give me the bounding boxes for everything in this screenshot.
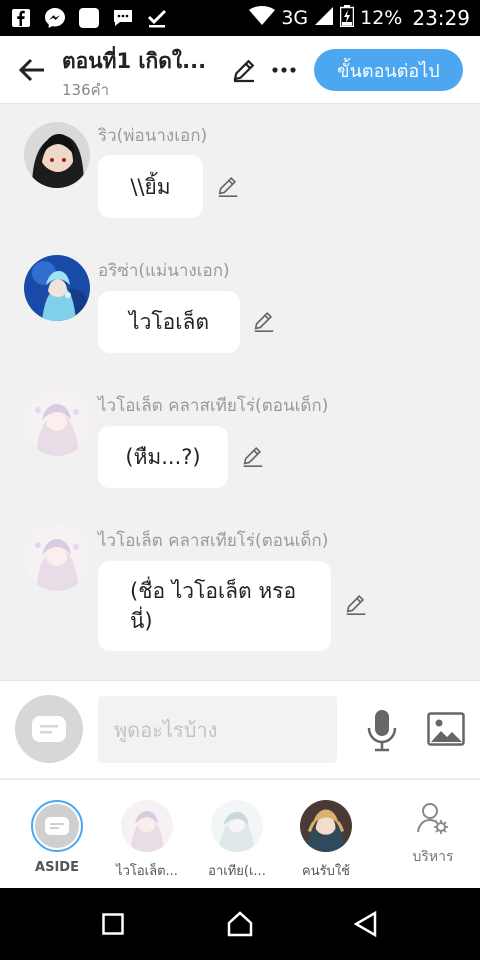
composer	[0, 680, 480, 778]
network-type: 3G	[281, 7, 309, 29]
recents-button[interactable]	[95, 906, 131, 942]
aside-avatar	[31, 800, 83, 852]
home-icon	[227, 911, 253, 937]
aside-icon	[45, 817, 69, 835]
arrow-left-icon	[18, 58, 44, 82]
manage-characters-button[interactable]: บริหาร	[396, 802, 470, 868]
back-button[interactable]	[14, 52, 50, 88]
character-label: ไวโอเล็ต...	[116, 864, 178, 879]
sender-name: ไวโอเล็ต คลาสเทียโร่(ตอนเด็ก)	[98, 396, 329, 416]
back-nav-button[interactable]	[348, 906, 384, 942]
avatar	[121, 800, 173, 852]
image-button[interactable]	[426, 709, 466, 749]
manage-label: บริหาร	[412, 849, 454, 865]
character-servant[interactable]: คนรับใช้	[283, 800, 369, 881]
avatar	[211, 800, 263, 852]
edit-message-button[interactable]	[249, 306, 279, 336]
aside-icon	[32, 716, 66, 742]
triangle-back-icon	[354, 911, 377, 937]
more-options-button[interactable]	[268, 54, 300, 86]
chapter-title[interactable]: ตอนที่1 เกิดใ...	[62, 45, 222, 78]
pencil-icon	[254, 311, 274, 332]
messenger-icon	[44, 7, 66, 29]
character-violet[interactable]: ไวโอเล็ต...	[104, 800, 190, 881]
battery-percent: 12%	[360, 7, 403, 29]
sender-name: ไวโอเล็ต คลาสเทียโร่(ตอนเด็ก)	[98, 531, 329, 551]
edit-message-button[interactable]	[341, 589, 371, 619]
system-nav-bar	[0, 888, 480, 960]
microphone-icon	[367, 710, 397, 752]
edit-message-button[interactable]	[238, 441, 268, 471]
home-button[interactable]	[222, 906, 258, 942]
sender-name: อริซ่า(แม่นางเอก)	[98, 261, 230, 281]
character-bar: ASIDE ไวโอเล็ต... อาเทีย(เ... คนรับใช้ บ…	[0, 779, 480, 888]
facebook-icon	[10, 7, 32, 29]
image-icon	[427, 712, 465, 746]
message-bubble[interactable]: (หืม...?)	[98, 426, 228, 488]
character-label: ASIDE	[35, 860, 79, 875]
character-athia[interactable]: อาเทีย(เ...	[194, 800, 280, 881]
pencil-icon	[218, 176, 238, 197]
message-bubble[interactable]: \\ยิ้ม	[98, 155, 203, 218]
word-count: 136คำ	[62, 81, 110, 99]
check-icon	[146, 7, 168, 29]
chat-area[interactable]: ริว(พ่อนางเอก) \\ยิ้ม อริซ่า(แม่นางเอก) …	[0, 105, 480, 679]
message-input[interactable]	[98, 696, 337, 763]
pencil-icon	[233, 59, 255, 83]
pencil-icon	[243, 446, 263, 467]
message-bubble[interactable]: ไวโอเล็ต	[98, 291, 240, 353]
status-bar: 3G 12% 23:29	[0, 0, 480, 36]
next-step-button[interactable]: ขั้นตอนต่อไป	[314, 49, 463, 91]
chapter-header: ตอนที่1 เกิดใ... 136คำ ขั้นตอนต่อไป	[0, 36, 480, 104]
square-icon	[102, 913, 124, 935]
user-settings-icon	[417, 803, 448, 834]
clock: 23:29	[412, 6, 470, 30]
avatar[interactable]	[24, 122, 90, 188]
edit-title-button[interactable]	[228, 54, 260, 86]
sender-name: ริว(พ่อนางเอก)	[98, 126, 208, 146]
battery-icon	[339, 4, 355, 32]
more-icon	[272, 67, 296, 73]
pencil-icon	[346, 594, 366, 615]
avatar	[300, 800, 352, 852]
character-aside[interactable]: ASIDE	[14, 800, 100, 875]
edit-message-button[interactable]	[213, 171, 243, 201]
avatar[interactable]	[24, 525, 90, 591]
signal-icon	[314, 6, 334, 31]
app-icon	[78, 7, 100, 29]
character-label: อาเทีย(เ...	[208, 864, 266, 879]
avatar[interactable]	[24, 255, 90, 321]
wifi-icon	[249, 5, 276, 31]
character-label: คนรับใช้	[302, 864, 350, 879]
microphone-button[interactable]	[364, 707, 400, 753]
chat-icon	[112, 7, 134, 29]
message-bubble[interactable]: (ชื่อ ไวโอเล็ต หรอ นี่)	[98, 561, 331, 651]
avatar[interactable]	[24, 390, 90, 456]
aside-toggle-button[interactable]	[15, 695, 83, 763]
